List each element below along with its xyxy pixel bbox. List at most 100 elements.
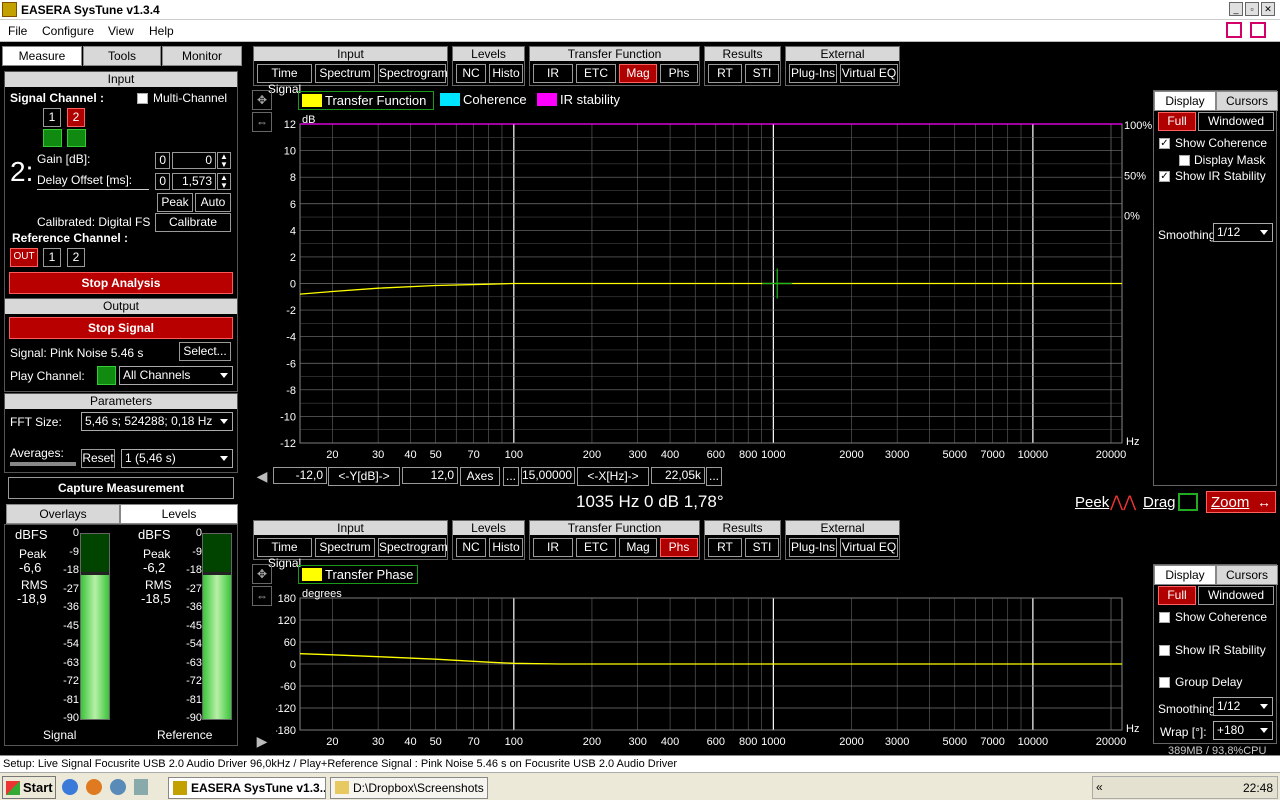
close-button[interactable]: ✕ bbox=[1261, 2, 1275, 16]
display-mask-checkbox[interactable] bbox=[1179, 155, 1190, 166]
x-more-button[interactable]: ... bbox=[706, 467, 722, 486]
group-delay-checkbox[interactable] bbox=[1159, 677, 1170, 688]
signal-ch1-button[interactable]: 1 bbox=[43, 108, 61, 127]
drag-label[interactable]: Drag bbox=[1143, 494, 1176, 511]
windowed-button-bottom[interactable]: Windowed bbox=[1198, 586, 1274, 605]
bottom-histo-button[interactable]: Histo bbox=[489, 538, 523, 557]
top-mag-button[interactable]: Mag bbox=[619, 64, 657, 83]
peek-icon[interactable]: ⋀⋀ bbox=[1110, 492, 1136, 512]
ie-quicklaunch-icon[interactable] bbox=[62, 779, 78, 795]
minimize-button[interactable]: _ bbox=[1229, 2, 1243, 16]
bottom-rt-button[interactable]: RT bbox=[708, 538, 742, 557]
calibrate-button[interactable]: Calibrate bbox=[155, 213, 231, 232]
restore-button[interactable]: ▫ bbox=[1245, 2, 1259, 16]
windowed-button[interactable]: Windowed bbox=[1198, 112, 1274, 131]
top-plug-ins-button[interactable]: Plug-Ins bbox=[789, 64, 837, 83]
legend-transfer-function[interactable]: Transfer Function bbox=[298, 91, 434, 110]
transfer-function-chart[interactable]: 121086420-2-4-6-8-10-12dB20 30 40 50 70 100 20… bbox=[276, 110, 1152, 465]
show-coherence-checkbox[interactable]: ✓ bbox=[1159, 138, 1170, 149]
top-spectrum-button[interactable]: Spectrum bbox=[315, 64, 375, 83]
pan-icon[interactable]: ✥ bbox=[252, 90, 272, 110]
show-ir-checkbox-bottom[interactable] bbox=[1159, 645, 1170, 656]
show-coherence-checkbox-bottom[interactable] bbox=[1159, 612, 1170, 623]
averages-dropdown[interactable]: 1 (5,46 s) bbox=[121, 449, 233, 468]
gain-field[interactable]: 0 bbox=[172, 152, 216, 169]
axes-more-button[interactable]: ... bbox=[503, 467, 519, 486]
bottom-phs-button[interactable]: Phs bbox=[660, 538, 698, 557]
tab-tools[interactable]: Tools bbox=[83, 46, 161, 66]
tab-monitor[interactable]: Monitor bbox=[162, 46, 242, 66]
scroll-left-icon[interactable]: ◀ bbox=[252, 467, 272, 486]
tab-levels[interactable]: Levels bbox=[120, 504, 238, 524]
bottom-spectrogram-button[interactable]: Spectrogram bbox=[378, 538, 448, 557]
peek-label[interactable]: Peek bbox=[1075, 494, 1109, 511]
show-ir-checkbox[interactable]: ✓ bbox=[1159, 171, 1170, 182]
tab-cursors-bottom[interactable]: Cursors bbox=[1216, 565, 1278, 585]
ch1-color-swatch[interactable] bbox=[43, 129, 62, 147]
stop-signal-button[interactable]: Stop Signal bbox=[9, 317, 233, 339]
bottom-spectrum-button[interactable]: Spectrum bbox=[315, 538, 375, 557]
wrap-dropdown[interactable]: +180 bbox=[1213, 721, 1273, 740]
full-button[interactable]: Full bbox=[1158, 112, 1196, 131]
delay-field[interactable]: 1,573 bbox=[172, 173, 216, 190]
bottom-plug-ins-button[interactable]: Plug-Ins bbox=[789, 538, 837, 557]
top-sti-button[interactable]: STI bbox=[745, 64, 779, 83]
gain-small-field[interactable]: 0 bbox=[155, 152, 170, 169]
top-ir-button[interactable]: IR bbox=[533, 64, 573, 83]
xmax-field[interactable]: 22,05k bbox=[651, 467, 705, 484]
play-channel-dropdown[interactable]: All Channels bbox=[119, 366, 233, 385]
top-histo-button[interactable]: Histo bbox=[489, 64, 523, 83]
bottom-sti-button[interactable]: STI bbox=[745, 538, 779, 557]
bottom-ir-button[interactable]: IR bbox=[533, 538, 573, 557]
import-icon[interactable] bbox=[1250, 22, 1266, 38]
axes-button[interactable]: Axes bbox=[460, 467, 500, 486]
zoom-button[interactable]: Zoom ↔ bbox=[1206, 491, 1276, 513]
bottom-mag-button[interactable]: Mag bbox=[619, 538, 657, 557]
smoothing-dropdown-bottom[interactable]: 1/12 bbox=[1213, 697, 1273, 716]
tab-measure[interactable]: Measure bbox=[2, 46, 82, 66]
start-button[interactable]: Start bbox=[2, 776, 56, 799]
ymax-field[interactable]: 12,0 bbox=[402, 467, 458, 484]
top-phs-button[interactable]: Phs bbox=[660, 64, 698, 83]
menu-file[interactable]: File bbox=[8, 24, 27, 38]
tab-display[interactable]: Display bbox=[1154, 91, 1216, 111]
top-nc-button[interactable]: NC bbox=[456, 64, 486, 83]
fit-icon-bottom[interactable]: ⇔ bbox=[252, 586, 272, 606]
xmin-field[interactable]: 15,00000 bbox=[521, 467, 575, 484]
y-axis-button[interactable]: <-Y[dB]-> bbox=[328, 467, 400, 486]
drag-icon[interactable] bbox=[1178, 493, 1198, 511]
play-icon[interactable]: ▶ bbox=[252, 732, 272, 751]
fit-icon[interactable]: ⇔ bbox=[252, 112, 272, 132]
tab-cursors[interactable]: Cursors bbox=[1216, 91, 1278, 111]
legend-transfer-phase[interactable]: Transfer Phase bbox=[298, 565, 418, 584]
auto-button[interactable]: Auto bbox=[195, 193, 231, 212]
bottom-time-signal-button[interactable]: Time Signal bbox=[257, 538, 312, 570]
ref-out-button[interactable]: OUT bbox=[10, 248, 38, 267]
menu-help[interactable]: Help bbox=[149, 24, 174, 38]
app-quicklaunch-icon[interactable] bbox=[110, 779, 126, 795]
bottom-virtual-eq-button[interactable]: Virtual EQ bbox=[840, 538, 898, 557]
doc-quicklaunch-icon[interactable] bbox=[134, 779, 148, 795]
gain-spinner-icon[interactable]: ▲ ▼ bbox=[217, 152, 231, 169]
averages-slider[interactable] bbox=[10, 462, 76, 466]
ref-ch2-button[interactable]: 2 bbox=[67, 248, 85, 267]
full-button-bottom[interactable]: Full bbox=[1158, 586, 1196, 605]
bottom-nc-button[interactable]: NC bbox=[456, 538, 486, 557]
fft-size-dropdown[interactable]: 5,46 s; 524288; 0,18 Hz bbox=[81, 412, 233, 431]
reset-button[interactable]: Reset bbox=[81, 449, 115, 468]
tab-display-bottom[interactable]: Display bbox=[1154, 565, 1216, 585]
ref-ch1-button[interactable]: 1 bbox=[43, 248, 61, 267]
firefox-quicklaunch-icon[interactable] bbox=[86, 779, 102, 795]
ch2-color-swatch[interactable] bbox=[67, 129, 86, 147]
top-rt-button[interactable]: RT bbox=[708, 64, 742, 83]
smoothing-dropdown[interactable]: 1/12 bbox=[1213, 223, 1273, 242]
tab-overlays[interactable]: Overlays bbox=[6, 504, 120, 524]
legend-swatch-coherence[interactable] bbox=[440, 93, 460, 106]
export-icon[interactable] bbox=[1226, 22, 1242, 38]
tray-expand-icon[interactable]: « bbox=[1096, 780, 1103, 794]
pan-icon-bottom[interactable]: ✥ bbox=[252, 564, 272, 584]
delay-slider[interactable] bbox=[37, 189, 149, 190]
taskbar-easera[interactable]: EASERA SysTune v1.3... bbox=[168, 777, 326, 799]
x-axis-button[interactable]: <-X[Hz]-> bbox=[577, 467, 649, 486]
ymin-field[interactable]: -12,0 bbox=[273, 467, 327, 484]
